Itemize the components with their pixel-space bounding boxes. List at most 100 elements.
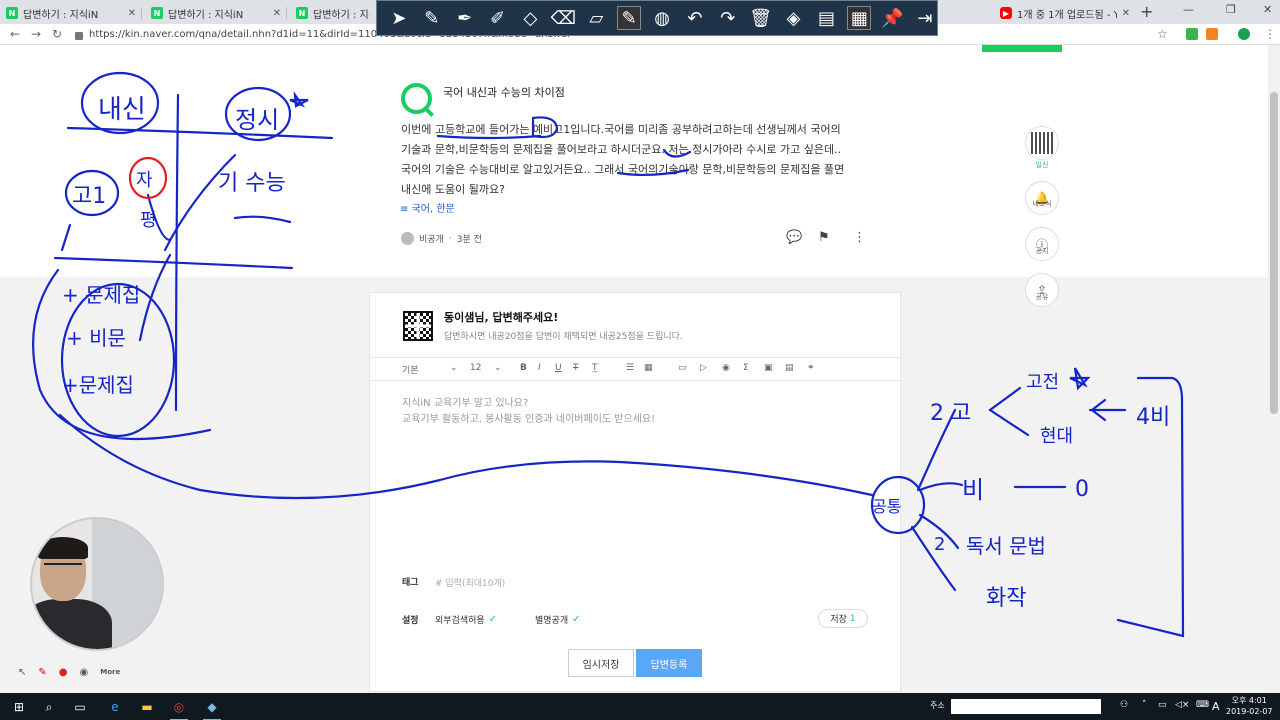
- volume-icon[interactable]: ◁×: [1175, 700, 1189, 710]
- submit-answer-button[interactable]: 답변등록: [636, 649, 702, 677]
- text-color-icon[interactable]: T̲: [592, 363, 598, 373]
- color-picker-icon[interactable]: ✎: [617, 6, 642, 30]
- align-icon[interactable]: ☰: [626, 363, 634, 373]
- chevron-down-icon[interactable]: ⌄: [450, 363, 458, 373]
- image-icon[interactable]: ▭: [678, 363, 687, 373]
- link-icon[interactable]: ⚭: [807, 363, 815, 373]
- temp-save-button[interactable]: 임시저장: [568, 649, 634, 677]
- close-icon[interactable]: ✕: [273, 8, 281, 19]
- save-count-button[interactable]: 저장 1: [818, 609, 868, 628]
- more-button[interactable]: More: [100, 668, 120, 676]
- tab-title: 1개 중 1개 업로드됨 - You: [1017, 9, 1117, 21]
- check-icon[interactable]: ✓: [572, 614, 580, 625]
- restore-icon[interactable]: ❐: [1226, 3, 1236, 16]
- extension-icon[interactable]: [1186, 28, 1198, 40]
- browser-tab[interactable]: N 답변하기 : 지식iN: [290, 2, 376, 24]
- chevron-down-icon[interactable]: ⌄: [494, 363, 502, 373]
- scrollbar-thumb[interactable]: [1270, 92, 1278, 414]
- back-icon[interactable]: ←: [10, 27, 20, 41]
- strikethrough-icon[interactable]: T: [573, 363, 579, 373]
- formula-icon[interactable]: Σ: [743, 363, 749, 373]
- windows-start-icon[interactable]: ⊞: [10, 698, 28, 716]
- my-qr-button[interactable]: [1025, 126, 1059, 160]
- bold-icon[interactable]: B: [520, 363, 527, 373]
- tag-input[interactable]: # 입력(최대10개): [435, 576, 505, 589]
- minimize-icon[interactable]: —: [1183, 3, 1194, 16]
- alias-public-option[interactable]: 별명공개 ✓: [535, 613, 581, 626]
- redo-icon[interactable]: ↷: [716, 6, 740, 30]
- underline-icon[interactable]: U: [555, 363, 562, 373]
- keyboard-icon[interactable]: ⌨: [1196, 700, 1209, 710]
- clock-date: 2019-02-07: [1226, 707, 1273, 716]
- bookmark-star-icon[interactable]: ☆: [1157, 27, 1168, 41]
- trash-icon[interactable]: 🗑: [749, 6, 773, 30]
- italic-icon[interactable]: I: [538, 363, 541, 373]
- comment-icon[interactable]: 💬: [786, 230, 802, 245]
- extension-icon[interactable]: [1206, 28, 1218, 40]
- pointer-icon[interactable]: ➤: [387, 6, 411, 30]
- ink-note: 4비: [1136, 405, 1170, 430]
- record-icon[interactable]: ●: [59, 667, 68, 678]
- author-name: 비공개: [419, 235, 444, 245]
- pen-icon[interactable]: ✎: [420, 6, 444, 30]
- code-icon[interactable]: ▤: [785, 363, 794, 373]
- browser-tab[interactable]: ▶ 1개 중 1개 업로드됨 - You ✕: [994, 2, 1136, 24]
- new-tab-icon[interactable]: +: [1140, 2, 1153, 21]
- option-label: 외부검색허용: [435, 616, 485, 626]
- ime-indicator[interactable]: A: [1212, 700, 1220, 713]
- whiteboard-icon[interactable]: ▤: [815, 6, 839, 30]
- pen-icon[interactable]: ✎: [38, 667, 46, 678]
- search-icon[interactable]: ⌕: [40, 698, 58, 716]
- task-view-icon[interactable]: ▭: [71, 698, 89, 716]
- close-icon[interactable]: ✕: [128, 8, 136, 19]
- table-icon[interactable]: ▦: [644, 363, 653, 373]
- report-icon[interactable]: ⚑: [818, 230, 830, 245]
- menu-dots-icon[interactable]: ⋮: [1264, 27, 1276, 41]
- question-tags[interactable]: ≡ 국어, 한문: [400, 200, 455, 215]
- tray-up-icon[interactable]: ˄: [1142, 700, 1147, 710]
- naver-n-icon: N: [151, 7, 163, 19]
- pin-icon[interactable]: 📌: [880, 6, 904, 30]
- taskbar-clock[interactable]: 오후 4:01 2019-02-07: [1226, 695, 1273, 717]
- external-search-option[interactable]: 외부검색허용 ✓: [435, 613, 497, 626]
- cursor-icon[interactable]: ↖: [18, 667, 26, 678]
- app-icon[interactable]: ◆: [203, 698, 221, 720]
- taskbar-address-input[interactable]: [951, 699, 1101, 714]
- browser-tab[interactable]: N 답변하기 : 지식iN ✕: [145, 2, 287, 24]
- check-icon[interactable]: ✓: [489, 614, 497, 625]
- color-wheel-icon[interactable]: ◍: [650, 6, 674, 30]
- eraser-icon[interactable]: ▱: [584, 6, 608, 30]
- eraser-icon[interactable]: ⌫: [551, 6, 576, 30]
- font-select[interactable]: 기본: [402, 363, 419, 376]
- notification-button[interactable]: 🔔: [1025, 181, 1059, 215]
- undo-icon[interactable]: ↶: [683, 6, 707, 30]
- ie-icon[interactable]: e: [106, 698, 124, 716]
- blackboard-icon[interactable]: ▦: [847, 6, 872, 30]
- close-icon[interactable]: ✕: [1122, 8, 1130, 19]
- file-icon[interactable]: ▣: [764, 363, 773, 373]
- forward-icon[interactable]: →: [31, 27, 41, 41]
- profile-icon[interactable]: [1238, 28, 1250, 40]
- file-explorer-icon[interactable]: ▬: [138, 698, 156, 716]
- network-icon[interactable]: ▭: [1158, 700, 1167, 710]
- webcam-overlay: [30, 517, 164, 651]
- reload-icon[interactable]: ↻: [52, 27, 62, 41]
- placeholder-line: 지식iN 교육기부 알고 있나요?: [402, 398, 529, 409]
- video-icon[interactable]: ▷: [700, 363, 707, 373]
- clock-time: 오후 4:01: [1231, 696, 1267, 705]
- brush-icon[interactable]: ✐: [486, 6, 510, 30]
- font-size-select[interactable]: 12: [470, 363, 481, 373]
- shapes-icon[interactable]: ◇: [519, 6, 543, 30]
- fill-icon[interactable]: ◈: [782, 6, 806, 30]
- people-icon[interactable]: ⚇: [1120, 700, 1128, 710]
- exit-icon[interactable]: ⇥: [913, 6, 937, 30]
- more-options-icon[interactable]: ⋮: [853, 230, 866, 245]
- marker-icon[interactable]: ✒: [453, 6, 477, 30]
- webcam-icon[interactable]: ◉: [80, 667, 89, 678]
- chrome-icon[interactable]: ◎: [170, 698, 188, 720]
- browser-tab[interactable]: N 답변하기 : 지식iN ✕: [0, 2, 142, 24]
- window-close-icon[interactable]: ✕: [1263, 3, 1272, 16]
- editor-placeholder[interactable]: 지식iN 교육기부 알고 있나요? 교육기부 활동하고, 봉사활동 인증과 네이…: [402, 396, 655, 428]
- ink-note: 화작: [986, 586, 1026, 611]
- location-icon[interactable]: ◉: [722, 363, 730, 373]
